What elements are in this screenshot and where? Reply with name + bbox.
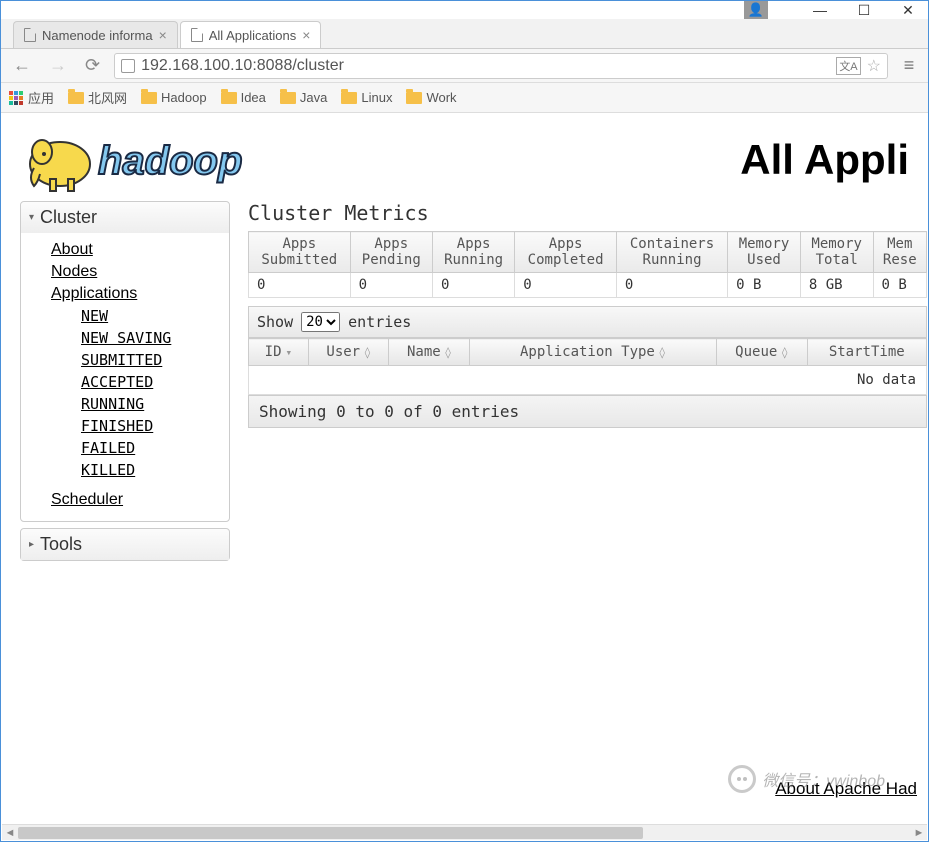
tab-label: Namenode informa [42,28,153,43]
apps-icon [9,91,23,105]
col-name[interactable]: Name◊ [389,339,470,366]
col-memory-reserved: MemRese [873,232,926,273]
tab-label: All Applications [209,28,296,43]
sidebar: ▾ Cluster About Nodes Applications NEW N… [20,201,230,567]
browser-address-bar: ← → ⟳ 192.168.100.10:8088/cluster 文A ☆ ≡ [1,49,928,83]
sort-icon: ◊ [445,346,452,359]
apps-label: 应用 [28,88,54,107]
sidebar-section-tools: ▸ Tools [20,528,230,561]
col-app-type[interactable]: Application Type◊ [469,339,716,366]
url-text: 192.168.100.10:8088/cluster [141,57,344,75]
forward-button[interactable]: → [45,55,71,76]
folder-icon [280,92,296,104]
col-memory-total: MemoryTotal [800,232,873,273]
metrics-table: AppsSubmitted AppsPending AppsRunning Ap… [248,231,927,298]
close-icon[interactable]: × [302,27,310,43]
scroll-right-icon[interactable]: ► [911,827,927,839]
sidebar-link-killed[interactable]: KILLED [21,459,229,481]
sidebar-section-cluster: ▾ Cluster About Nodes Applications NEW N… [20,201,230,522]
bookmark-folder[interactable]: Work [406,90,456,105]
user-badge-icon[interactable]: 👤 [744,1,768,19]
sidebar-link-nodes[interactable]: Nodes [21,261,229,283]
table-empty-row: No data [249,366,927,395]
folder-icon [141,92,157,104]
scroll-track[interactable] [18,825,911,840]
datatable-info: Showing 0 to 0 of 0 entries [248,395,927,428]
col-apps-submitted: AppsSubmitted [249,232,351,273]
sidebar-link-accepted[interactable]: ACCEPTED [21,371,229,393]
chevron-down-icon: ▾ [29,212,34,223]
sidebar-link-new[interactable]: NEW [21,305,229,327]
col-containers-running: ContainersRunning [616,232,727,273]
section-title-metrics: Cluster Metrics [248,201,927,225]
browser-tabstrip: Namenode informa × All Applications × [1,19,928,49]
wechat-icon [728,765,756,793]
sidebar-header-tools[interactable]: ▸ Tools [21,529,229,560]
site-info-icon[interactable] [121,59,135,73]
bookmark-star-icon[interactable]: ☆ [867,56,881,76]
sort-icon: ◊ [659,346,666,359]
page-content: hadoop All Appli ▾ Cluster About Nodes A… [2,114,927,823]
entries-select[interactable]: 20 [301,312,340,332]
col-queue[interactable]: Queue◊ [716,339,807,366]
browser-tab-applications[interactable]: All Applications × [180,21,322,48]
datatable-length-control: Show 20 entries [248,306,927,338]
folder-icon [221,92,237,104]
bookmark-folder[interactable]: Hadoop [141,90,207,105]
reload-button[interactable]: ⟳ [81,55,104,76]
col-apps-running: AppsRunning [432,232,514,273]
page-title: All Appli [740,136,909,184]
footer-about-link[interactable]: About Apache Had [775,779,917,799]
browser-tab-namenode[interactable]: Namenode informa × [13,21,178,48]
horizontal-scrollbar[interactable]: ◄ ► [2,824,927,840]
svg-text:hadoop: hadoop [98,139,242,183]
bookmark-folder[interactable]: Java [280,90,327,105]
sidebar-link-scheduler[interactable]: Scheduler [21,489,229,511]
close-icon[interactable]: × [159,27,167,43]
col-apps-completed: AppsCompleted [515,232,617,273]
sidebar-link-running[interactable]: RUNNING [21,393,229,415]
col-memory-used: MemoryUsed [728,232,801,273]
col-user[interactable]: User◊ [308,339,389,366]
url-input[interactable]: 192.168.100.10:8088/cluster 文A ☆ [114,53,888,79]
chevron-right-icon: ▸ [29,539,34,550]
file-icon [191,28,203,42]
sort-icon: ◊ [364,346,371,359]
bookmark-folder[interactable]: 北风网 [68,88,127,107]
sidebar-link-submitted[interactable]: SUBMITTED [21,349,229,371]
folder-icon [406,92,422,104]
bookmarks-bar: 应用 北风网 Hadoop Idea Java Linux Work [1,83,928,113]
folder-icon [68,92,84,104]
sort-icon: ◊ [781,346,788,359]
browser-menu-button[interactable]: ≡ [898,55,920,76]
bookmark-folder[interactable]: Idea [221,90,266,105]
window-maximize[interactable]: ☐ [852,1,876,19]
apps-button[interactable]: 应用 [9,88,54,107]
translate-icon[interactable]: 文A [836,57,860,75]
sidebar-link-about[interactable]: About [21,239,229,261]
sidebar-link-applications[interactable]: Applications [21,283,229,305]
metrics-row: 0 0 0 0 0 0 B 8 GB 0 B [249,273,927,298]
sidebar-link-finished[interactable]: FINISHED [21,415,229,437]
sidebar-link-failed[interactable]: FAILED [21,437,229,459]
window-close[interactable]: ✕ [896,1,920,19]
col-apps-pending: AppsPending [350,232,432,273]
applications-table: ID▾ User◊ Name◊ Application Type◊ Queue◊… [248,338,927,395]
sidebar-header-cluster[interactable]: ▾ Cluster [21,202,229,233]
file-icon [24,28,36,42]
col-starttime[interactable]: StartTime [807,339,926,366]
bookmark-folder[interactable]: Linux [341,90,392,105]
window-minimize[interactable]: — [808,1,832,19]
back-button[interactable]: ← [9,55,35,76]
folder-icon [341,92,357,104]
hadoop-logo: hadoop [20,124,320,196]
sidebar-link-new-saving[interactable]: NEW SAVING [21,327,229,349]
scroll-thumb[interactable] [18,827,643,839]
sort-icon: ▾ [286,346,293,359]
scroll-left-icon[interactable]: ◄ [2,827,18,839]
window-titlebar: 👤 — ☐ ✕ [1,1,928,19]
col-id[interactable]: ID▾ [249,339,309,366]
